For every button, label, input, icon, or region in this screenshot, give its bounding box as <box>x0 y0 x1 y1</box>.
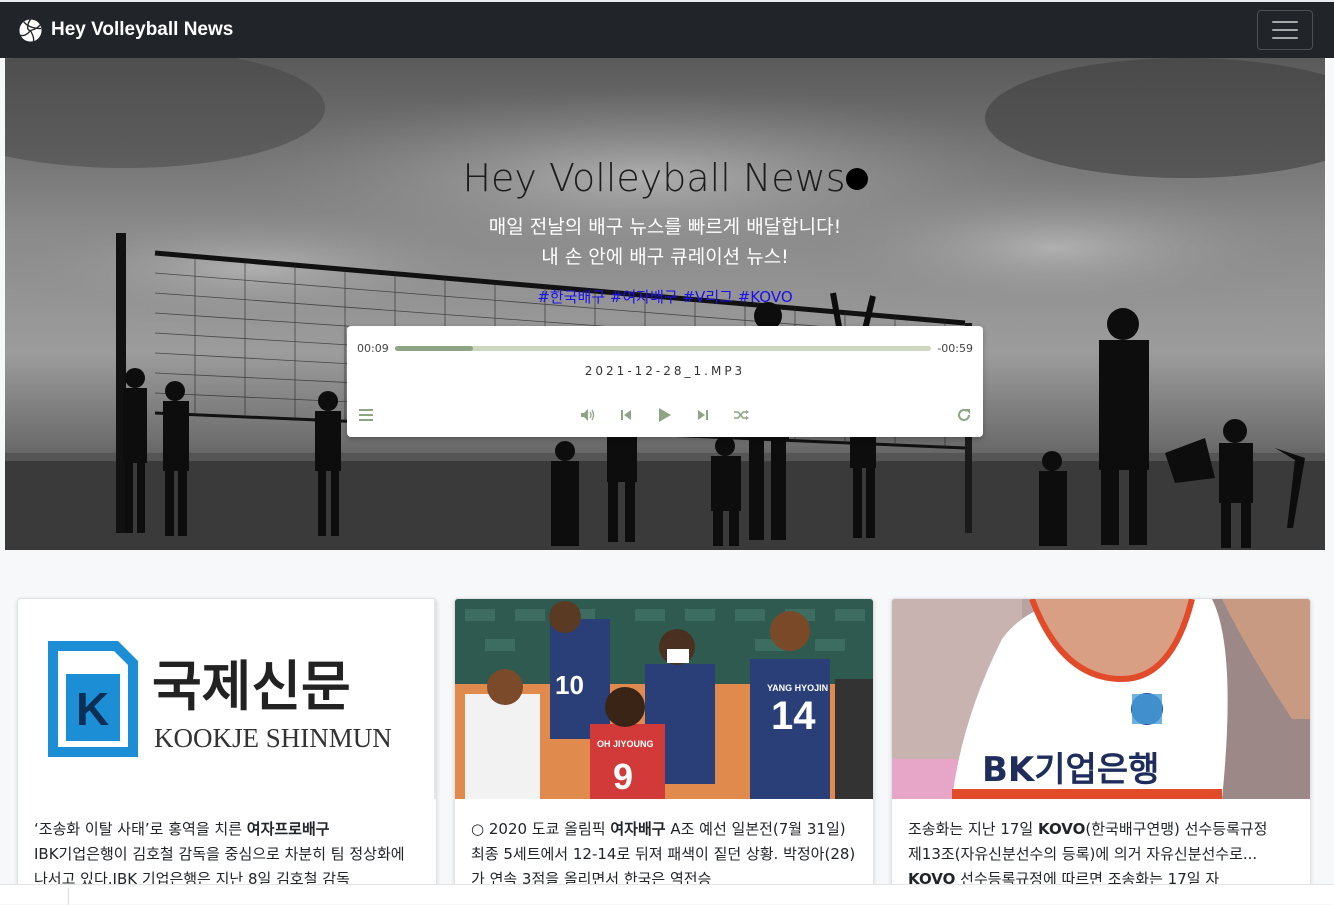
previous-button[interactable] <box>617 406 635 424</box>
kookje-shinmun-logo: K 국제신문 KOOKJE SHINMUN <box>18 599 436 799</box>
hero-banner: Hey Volleyball News 매일 전날의 배구 뉴스를 빠르게 배달… <box>5 58 1325 550</box>
tag-korean-volleyball[interactable]: #한국배구 <box>537 288 605 306</box>
play-icon <box>658 408 671 422</box>
shuffle-icon <box>733 410 749 420</box>
jersey-number-9: 9 <box>613 756 633 797</box>
audio-player: 00:09 -00:59 2021-12-28_1.MP3 <box>347 326 983 437</box>
elapsed-time: 00:09 <box>357 342 389 355</box>
bottom-bar <box>0 884 1334 905</box>
repeat-button[interactable] <box>955 406 973 424</box>
hamburger-menu-icon <box>1272 21 1298 23</box>
tag-kovo[interactable]: #KOVO <box>738 288 793 306</box>
volume-icon <box>581 409 595 421</box>
news-card[interactable]: 10 YANG HYOJIN 14 OH JIYOUNG 9 ○ 2020 도쿄… <box>454 598 874 898</box>
jersey-number-10: 10 <box>555 670 584 700</box>
navbar-toggler-button[interactable] <box>1257 10 1313 50</box>
card-image-player: BK기업은행 <box>892 599 1310 799</box>
volume-button[interactable] <box>579 406 597 424</box>
tag-womens-volleyball[interactable]: #여자배구 <box>610 288 678 306</box>
shuffle-button[interactable] <box>732 406 750 424</box>
jersey-number-14: 14 <box>771 694 816 738</box>
card-image-team: 10 YANG HYOJIN 14 OH JIYOUNG 9 <box>455 599 873 799</box>
sponsor-text: BK기업은행 <box>982 750 1159 790</box>
logo-text-ko: 국제신문 <box>152 655 351 718</box>
svg-text:K: K <box>76 683 109 735</box>
svg-text:YANG HYOJIN: YANG HYOJIN <box>767 683 828 693</box>
hero-subtitle-1: 매일 전날의 배구 뉴스를 빠르게 배달합니다! <box>488 216 842 238</box>
hero-subtitle-2: 내 손 안에 배구 큐레이션 뉴스! <box>541 246 789 268</box>
logo-text-en: KOOKJE SHINMUN <box>154 723 392 753</box>
card-summary: ○ 2020 도쿄 올림픽 여자배구 A조 예선 일본전(7월 31일) 최종 … <box>471 820 856 888</box>
previous-icon <box>621 410 631 420</box>
volleyball-icon <box>19 18 42 42</box>
next-icon <box>698 410 708 420</box>
player-jersey-photo: BK기업은행 <box>892 599 1310 799</box>
card-summary: ‘조송화 이탈 사태’로 홍역을 치른 여자프로배구 IBK기업은행이 김호철 … <box>34 820 405 888</box>
card-summary: 조송화는 지난 17일 KOVO(한국배구연맹) 선수등록규정 제13조(자유신… <box>908 820 1268 888</box>
repeat-icon <box>958 409 970 421</box>
brand-text: Hey Volleyball News <box>51 19 234 40</box>
news-card[interactable]: BK기업은행 조송화는 지난 17일 KOVO(한국배구연맹) 선수등록규정 제… <box>891 598 1311 898</box>
progress-fill <box>395 346 473 351</box>
top-navbar: Hey Volleyball News <box>0 0 1334 58</box>
playlist-icon <box>359 409 373 421</box>
ball-icon <box>845 167 868 190</box>
progress-bar[interactable] <box>395 346 931 351</box>
play-button[interactable] <box>655 406 673 424</box>
news-card[interactable]: K 국제신문 KOOKJE SHINMUN ‘조송화 이탈 사태’로 홍역을 치… <box>17 598 437 898</box>
playlist-button[interactable] <box>357 406 375 424</box>
hashtag-list: #한국배구 #여자배구 #V리그 #KOVO <box>5 286 1325 307</box>
next-button[interactable] <box>694 406 712 424</box>
remaining-time: -00:59 <box>937 342 973 355</box>
tag-v-league[interactable]: #V리그 <box>682 288 732 306</box>
svg-text:OH JIYOUNG: OH JIYOUNG <box>597 739 654 749</box>
olympic-team-photo: 10 YANG HYOJIN 14 OH JIYOUNG 9 <box>455 599 873 799</box>
track-title: 2021-12-28_1.MP3 <box>584 364 746 378</box>
card-image-kookje: K 국제신문 KOOKJE SHINMUN <box>18 599 436 799</box>
brand-link[interactable]: Hey Volleyball News <box>18 18 233 43</box>
hero-title: Hey Volleyball News <box>5 156 1325 200</box>
